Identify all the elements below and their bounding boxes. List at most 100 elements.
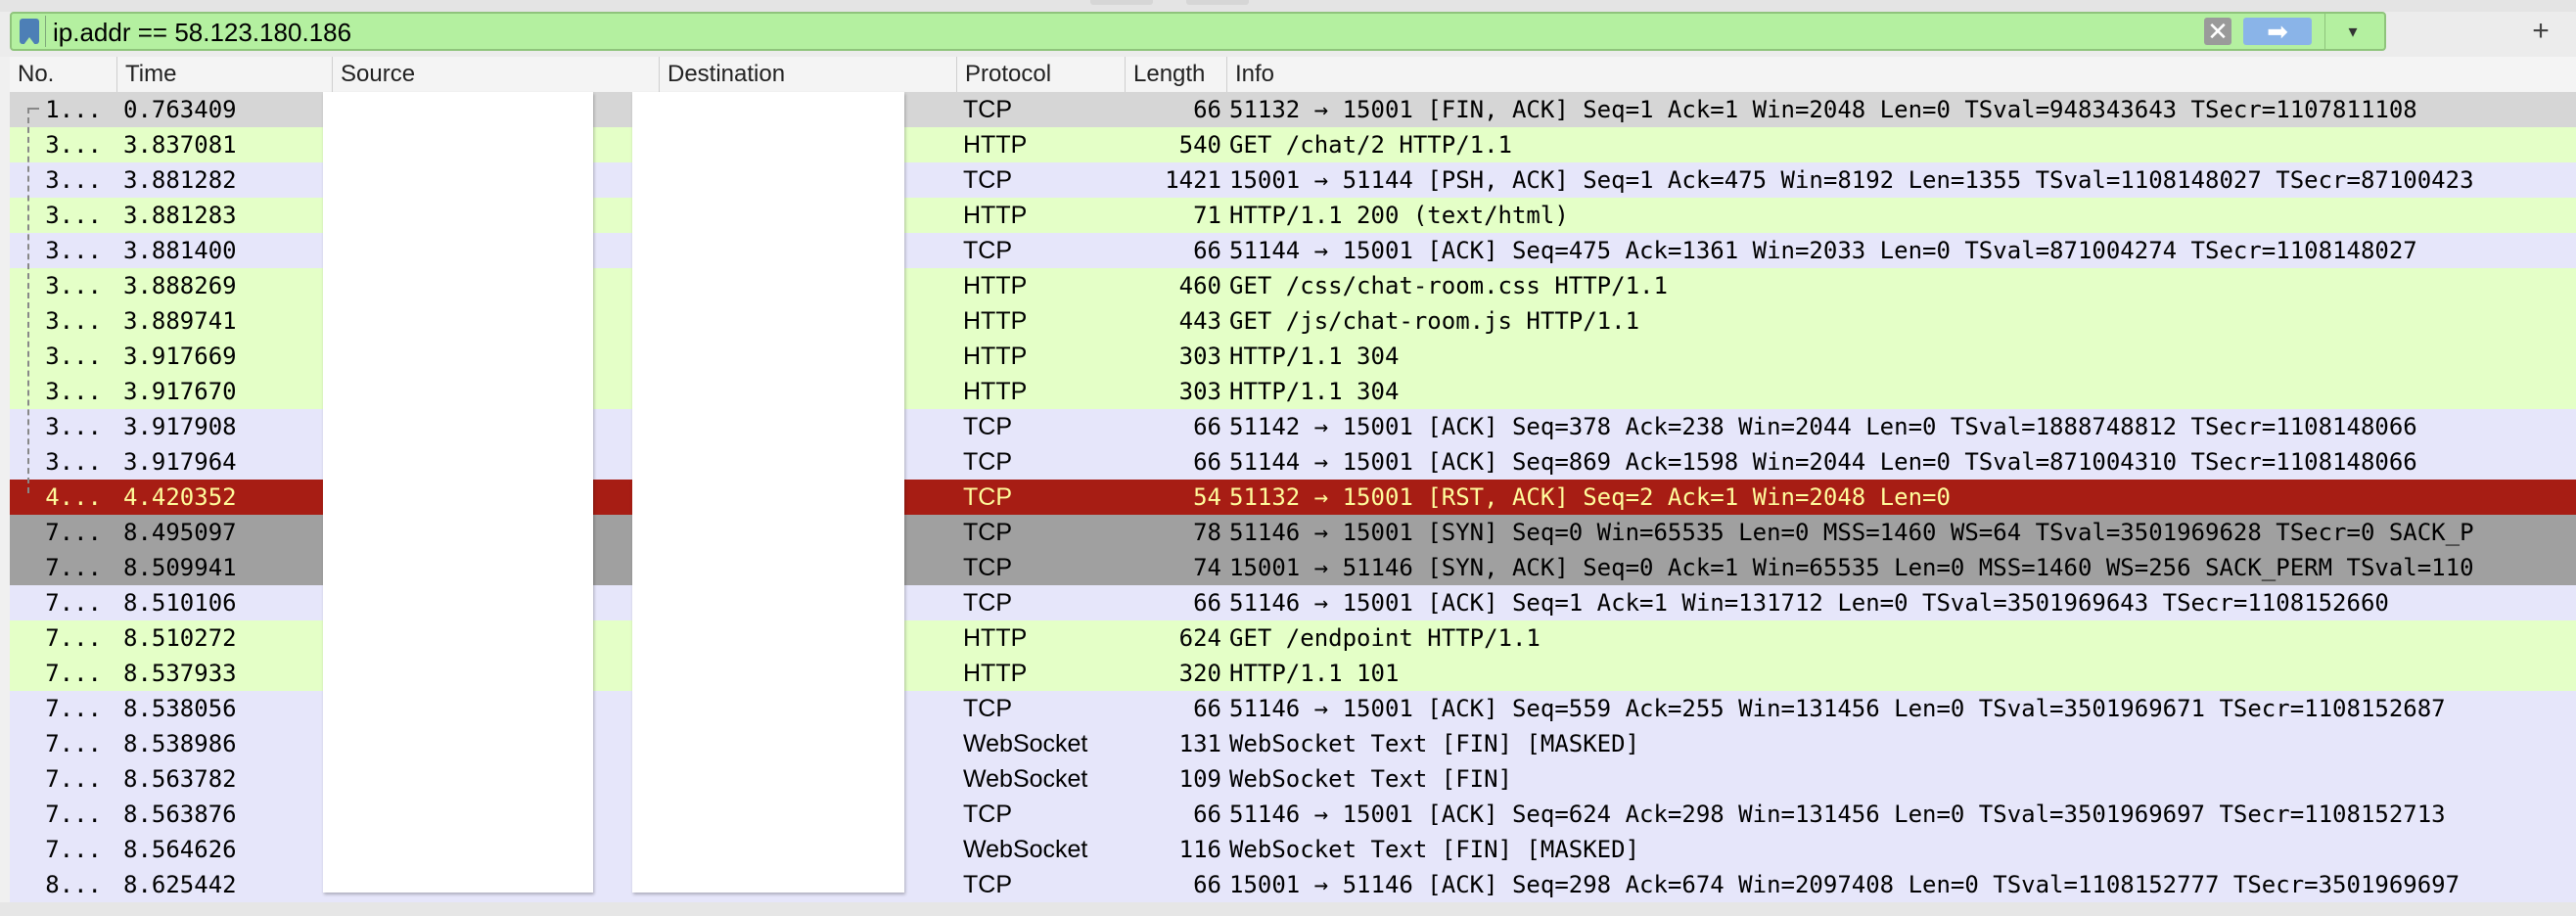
clear-icon[interactable]: ✕: [2204, 18, 2231, 45]
packet-protocol: HTTP: [963, 307, 1028, 335]
packet-number: 7...: [45, 836, 102, 863]
packet-time: 3.917669: [123, 343, 237, 370]
packet-info: 15001 → 51146 [SYN, ACK] Seq=0 Ack=1 Win…: [1229, 554, 2474, 581]
packet-protocol: HTTP: [963, 343, 1028, 370]
packet-time: 3.881400: [123, 237, 237, 264]
packet-info: 51144 → 15001 [ACK] Seq=869 Ack=1598 Win…: [1229, 448, 2417, 476]
redacted-source-column: [323, 92, 593, 893]
packet-length: 320: [1178, 660, 1221, 687]
packet-info: HTTP/1.1 304: [1229, 378, 1400, 405]
conversation-bracket: [27, 108, 41, 493]
packet-info: 51146 → 15001 [SYN] Seq=0 Win=65535 Len=…: [1229, 519, 2474, 546]
packet-time: 8.510272: [123, 624, 237, 652]
packet-protocol: TCP: [963, 589, 1012, 617]
packet-number: 1...: [45, 96, 102, 123]
packet-protocol: TCP: [963, 448, 1012, 476]
packet-protocol: TCP: [963, 801, 1012, 828]
packet-protocol: HTTP: [963, 378, 1028, 405]
column-header-protocol[interactable]: Protocol: [957, 57, 1126, 92]
packet-time: 8.564626: [123, 836, 237, 863]
packet-length: 443: [1178, 307, 1221, 335]
packet-time: 8.538986: [123, 730, 237, 757]
packet-length: 460: [1178, 272, 1221, 299]
add-filter-button[interactable]: +: [2517, 12, 2564, 51]
packet-info: WebSocket Text [FIN] [MASKED]: [1229, 836, 1640, 863]
packet-info: WebSocket Text [FIN] [MASKED]: [1229, 730, 1640, 757]
packet-time: 3.837081: [123, 131, 237, 159]
packet-length: 66: [1193, 871, 1221, 898]
display-filter-input[interactable]: ip.addr == 58.123.180.186: [53, 19, 351, 46]
packet-time: 3.888269: [123, 272, 237, 299]
packet-protocol: WebSocket: [963, 836, 1088, 863]
packet-protocol: TCP: [963, 554, 1012, 581]
packet-protocol: HTTP: [963, 202, 1028, 229]
column-header-destination[interactable]: Destination: [660, 57, 957, 92]
packet-number: 3...: [45, 448, 102, 476]
packet-number: 3...: [45, 202, 102, 229]
packet-time: 3.917908: [123, 413, 237, 440]
packet-info: 51146 → 15001 [ACK] Seq=559 Ack=255 Win=…: [1229, 695, 2446, 722]
packet-number: 7...: [45, 660, 102, 687]
packet-length: 109: [1178, 765, 1221, 793]
packet-info: 51146 → 15001 [ACK] Seq=624 Ack=298 Win=…: [1229, 801, 2446, 828]
toolbar-handle: [1186, 0, 1249, 5]
packet-protocol: TCP: [963, 96, 1012, 123]
packet-length: 540: [1178, 131, 1221, 159]
window-bottom-edge: [0, 902, 2576, 916]
packet-number: 7...: [45, 765, 102, 793]
packet-protocol: WebSocket: [963, 765, 1088, 793]
packet-info: 51132 → 15001 [FIN, ACK] Seq=1 Ack=1 Win…: [1229, 96, 2417, 123]
packet-info: HTTP/1.1 101: [1229, 660, 1400, 687]
packet-time: 3.889741: [123, 307, 237, 335]
packet-time: 4.420352: [123, 483, 237, 511]
column-header-info[interactable]: Info: [1227, 57, 2576, 92]
packet-number: 7...: [45, 589, 102, 617]
packet-time: 8.625442: [123, 871, 237, 898]
packet-info: HTTP/1.1 304: [1229, 343, 1400, 370]
packet-protocol: TCP: [963, 871, 1012, 898]
packet-number: 7...: [45, 624, 102, 652]
packet-length: 1421: [1165, 166, 1221, 194]
packet-time: 8.538056: [123, 695, 237, 722]
packet-number: 3...: [45, 378, 102, 405]
packet-time: 0.763409: [123, 96, 237, 123]
packet-info: WebSocket Text [FIN]: [1229, 765, 1512, 793]
packet-protocol: TCP: [963, 483, 1012, 511]
packet-time: 8.537933: [123, 660, 237, 687]
packet-length: 303: [1178, 378, 1221, 405]
column-header-length[interactable]: Length: [1126, 57, 1227, 92]
bookmark-icon[interactable]: [20, 16, 46, 47]
packet-number: 7...: [45, 730, 102, 757]
packet-length: 66: [1193, 96, 1221, 123]
packet-length: 71: [1193, 202, 1221, 229]
column-header-no[interactable]: No.: [10, 57, 117, 92]
chevron-down-icon[interactable]: ▾: [2324, 14, 2380, 49]
packet-time: 3.917964: [123, 448, 237, 476]
packet-protocol: TCP: [963, 413, 1012, 440]
packet-time: 8.509941: [123, 554, 237, 581]
packet-number: 3...: [45, 343, 102, 370]
packet-length: 66: [1193, 237, 1221, 264]
left-pane-edge: [0, 57, 10, 902]
column-header-time[interactable]: Time: [117, 57, 333, 92]
packet-number: 7...: [45, 695, 102, 722]
packet-length: 66: [1193, 448, 1221, 476]
packet-time: 3.881282: [123, 166, 237, 194]
window-top-strip: [0, 0, 2576, 12]
packet-number: 3...: [45, 413, 102, 440]
packet-protocol: WebSocket: [963, 730, 1088, 757]
redacted-destination-column: [632, 92, 904, 893]
packet-time: 3.881283: [123, 202, 237, 229]
packet-number: 4...: [45, 483, 102, 511]
packet-length: 131: [1178, 730, 1221, 757]
packet-length: 66: [1193, 589, 1221, 617]
display-filter-bar[interactable]: ip.addr == 58.123.180.186 ✕ ➡ ▾: [10, 12, 2386, 51]
packet-protocol: TCP: [963, 519, 1012, 546]
column-header-source[interactable]: Source: [333, 57, 660, 92]
arrow-right-icon[interactable]: ➡: [2243, 18, 2312, 45]
packet-length: 303: [1178, 343, 1221, 370]
packet-time: 8.563876: [123, 801, 237, 828]
packet-info: GET /endpoint HTTP/1.1: [1229, 624, 1541, 652]
packet-number: 7...: [45, 554, 102, 581]
packet-time: 3.917670: [123, 378, 237, 405]
